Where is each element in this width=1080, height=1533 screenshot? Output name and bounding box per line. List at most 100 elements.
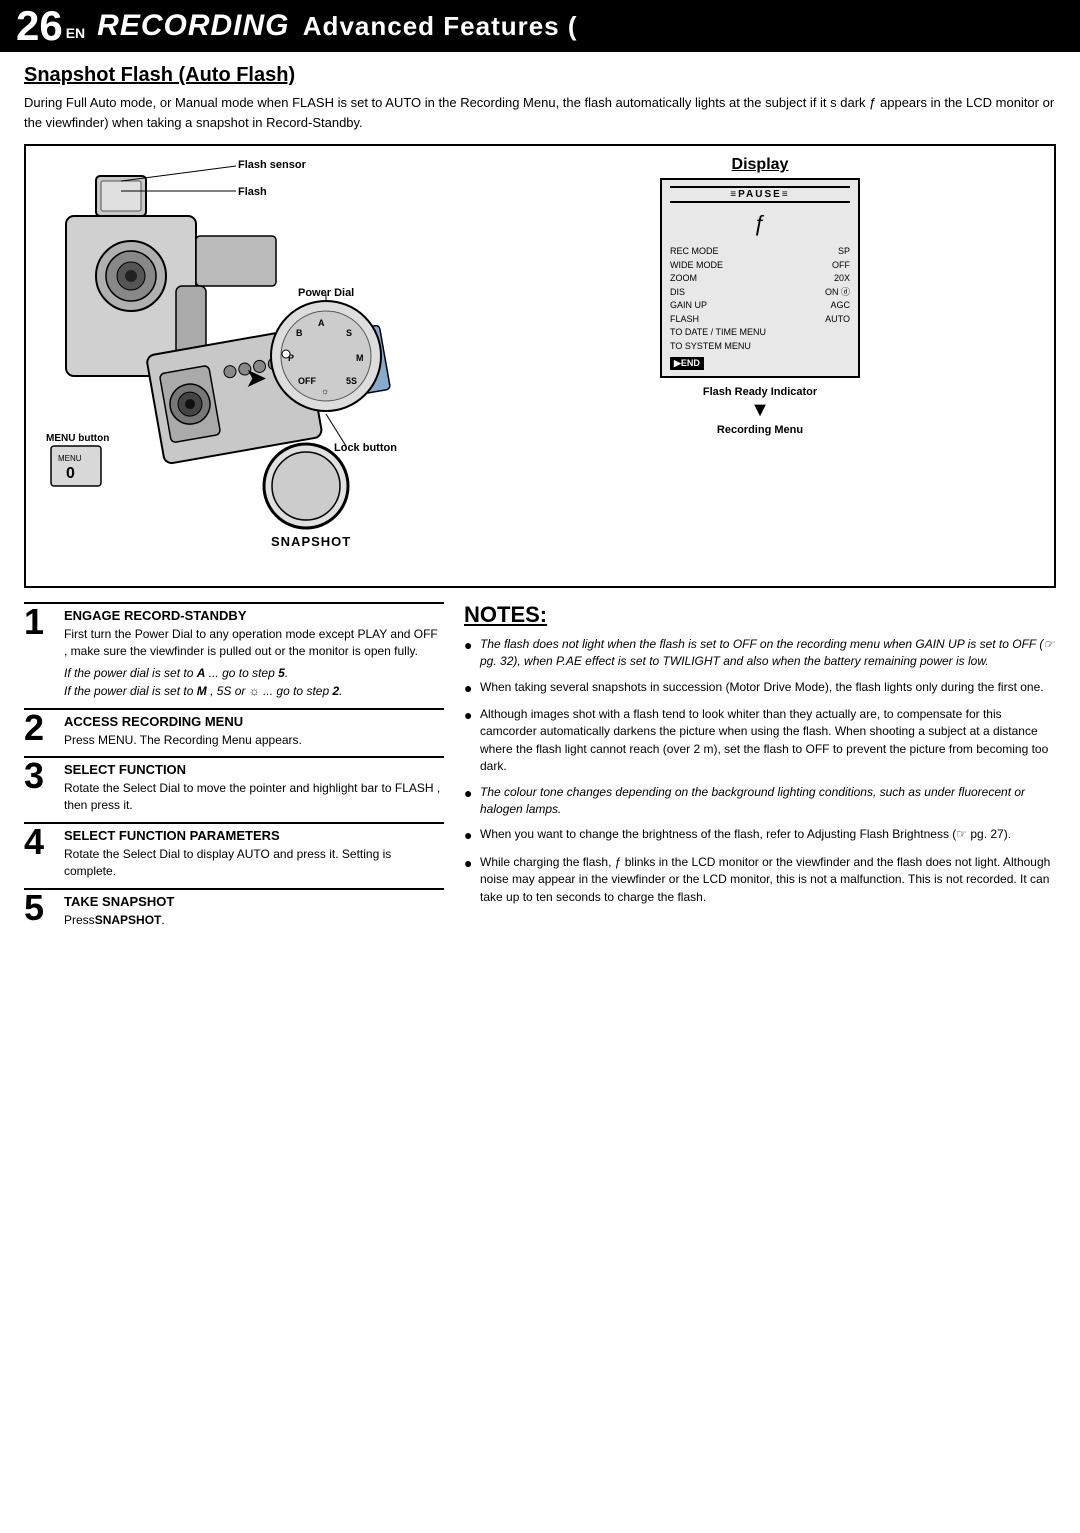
main-content: Snapshot Flash (Auto Flash) During Full … [0,52,1080,948]
step-4: 4 SELECT FUNCTION PARAMETERS Rotate the … [24,822,444,880]
flash-ready-label: Flash Ready Indicator [476,386,1044,398]
display-panel-area: Display ≡PAUSE≡ ƒ REC MODE SP WIDE MODE … [466,156,1044,436]
note-1: ● The flash does not light when the flas… [464,636,1056,671]
title-rest: Advanced Features ( [303,11,578,41]
recording-label: RECORDING [97,9,289,42]
note-bullet-1: ● [464,635,478,655]
recording-menu-label: Recording Menu [476,424,1044,436]
note-3-text: Although images shot with a flash tend t… [480,706,1056,776]
lcd-zoom-label: ZOOM [670,272,697,286]
lcd-menu-row: DIS ON ⓓ [670,286,850,300]
svg-text:Flash: Flash [238,186,267,198]
lcd-pause: ≡PAUSE≡ [670,186,850,203]
note-6: ● While charging the flash, ƒ blinks in … [464,854,1056,906]
note-2: ● When taking several snapshots in succe… [464,679,1056,698]
step-1-italic-1: If the power dial is set to A ... go to … [64,664,444,700]
lcd-menu-row: GAIN UP AGC [670,299,850,313]
notes-column: NOTES: ● The flash does not light when t… [464,602,1056,936]
svg-text:Flash sensor: Flash sensor [238,159,307,171]
lcd-gain-up-value: AGC [830,299,850,313]
note-4-text: The colour tone changes depending on the… [480,784,1056,819]
note-5: ● When you want to change the brightness… [464,826,1056,845]
step-4-content: SELECT FUNCTION PARAMETERS Rotate the Se… [64,828,444,880]
lcd-wide-mode-value: OFF [832,259,850,273]
svg-text:A: A [318,318,325,328]
page-title: RECORDING Advanced Features ( [97,9,577,43]
section-title: Snapshot Flash (Auto Flash) [24,64,1056,87]
step-5-content: TAKE SNAPSHOT PressSNAPSHOT. [64,894,444,929]
step-4-heading: SELECT FUNCTION PARAMETERS [64,828,444,843]
lcd-gain-up-label: GAIN UP [670,299,707,313]
lcd-dis-label: DIS [670,286,685,300]
page-number: 26 [16,5,63,47]
diagram-inner: Flash sensor Flash [36,156,1044,576]
step-1-number: 1 [24,604,60,640]
note-bullet-2: ● [464,678,478,698]
camcorder-diagram-svg: Flash sensor Flash [36,156,466,576]
lcd-screen: ≡PAUSE≡ ƒ REC MODE SP WIDE MODE OFF ZOOM [660,178,860,378]
note-4: ● The colour tone changes depending on t… [464,784,1056,819]
step-3-content: SELECT FUNCTION Rotate the Select Dial t… [64,762,444,814]
svg-text:☼: ☼ [321,386,329,396]
lcd-menu-row: WIDE MODE OFF [670,259,850,273]
note-5-text: When you want to change the brightness o… [480,826,1011,843]
svg-text:B: B [296,328,303,338]
svg-text:S: S [346,328,352,338]
step-5-text: PressSNAPSHOT. [64,912,444,929]
diagram-box: Flash sensor Flash [24,144,1056,588]
step-4-number: 4 [24,824,60,860]
note-bullet-3: ● [464,705,478,725]
svg-text:0: 0 [66,465,75,482]
note-2-text: When taking several snapshots in success… [480,679,1044,696]
step-2-number: 2 [24,710,60,746]
lcd-system-menu: TO SYSTEM MENU [670,340,850,354]
step-3-text: Rotate the Select Dial to move the point… [64,780,444,814]
step-4-text: Rotate the Select Dial to display AUTO a… [64,846,444,880]
svg-text:Lock button: Lock button [334,442,397,454]
note-6-text: While charging the flash, ƒ blinks in th… [480,854,1056,906]
step-3-number: 3 [24,758,60,794]
svg-text:M: M [356,353,364,363]
lcd-menu-items: REC MODE SP WIDE MODE OFF ZOOM 20X DIS [670,245,850,353]
notes-heading: NOTES: [464,602,1056,628]
steps-column: 1 ENGAGE RECORD-STANDBY First turn the P… [24,602,444,936]
note-1-text: The flash does not light when the flash … [480,636,1056,671]
lcd-date-menu: TO DATE / TIME MENU [670,326,850,340]
svg-text:MENU button: MENU button [46,433,109,444]
arrow-down-icon: ▼ [476,400,1044,420]
note-bullet-4: ● [464,783,478,803]
lcd-wide-mode-label: WIDE MODE [670,259,723,273]
step-5: 5 TAKE SNAPSHOT PressSNAPSHOT. [24,888,444,929]
svg-text:SNAPSHOT: SNAPSHOT [271,534,351,549]
lcd-flash-symbol: ƒ [670,211,850,237]
step-2-heading: ACCESS RECORDING MENU [64,714,444,729]
svg-text:MENU: MENU [58,454,82,463]
step-1-text: First turn the Power Dial to any operati… [64,626,444,660]
steps-and-notes: 1 ENGAGE RECORD-STANDBY First turn the P… [24,602,1056,936]
step-1-heading: ENGAGE RECORD-STANDBY [64,608,444,623]
page-header: 26 EN RECORDING Advanced Features ( [0,0,1080,52]
lcd-flash-label: FLASH [670,313,699,327]
lcd-menu-row: REC MODE SP [670,245,850,259]
step-3: 3 SELECT FUNCTION Rotate the Select Dial… [24,756,444,814]
lcd-dis-value: ON ⓓ [825,286,850,300]
note-bullet-6: ● [464,853,478,873]
lcd-flash-value: AUTO [825,313,850,327]
step-2: 2 ACCESS RECORDING MENU Press MENU. The … [24,708,444,749]
note-bullet-5: ● [464,825,478,845]
display-label: Display [476,156,1044,174]
svg-text:OFF: OFF [298,376,316,386]
note-3: ● Although images shot with a flash tend… [464,706,1056,776]
svg-text:➤: ➤ [246,365,266,392]
page-en-label: EN [66,25,85,47]
step-1-content: ENGAGE RECORD-STANDBY First turn the Pow… [64,608,444,700]
lcd-end-bar: ▶END [670,357,704,370]
step-1: 1 ENGAGE RECORD-STANDBY First turn the P… [24,602,444,700]
step-3-heading: SELECT FUNCTION [64,762,444,777]
lcd-zoom-value: 20X [834,272,850,286]
lcd-rec-mode-label: REC MODE [670,245,719,259]
lcd-menu-row: FLASH AUTO [670,313,850,327]
lcd-menu-row: ZOOM 20X [670,272,850,286]
step-5-number: 5 [24,890,60,926]
step-5-heading: TAKE SNAPSHOT [64,894,444,909]
